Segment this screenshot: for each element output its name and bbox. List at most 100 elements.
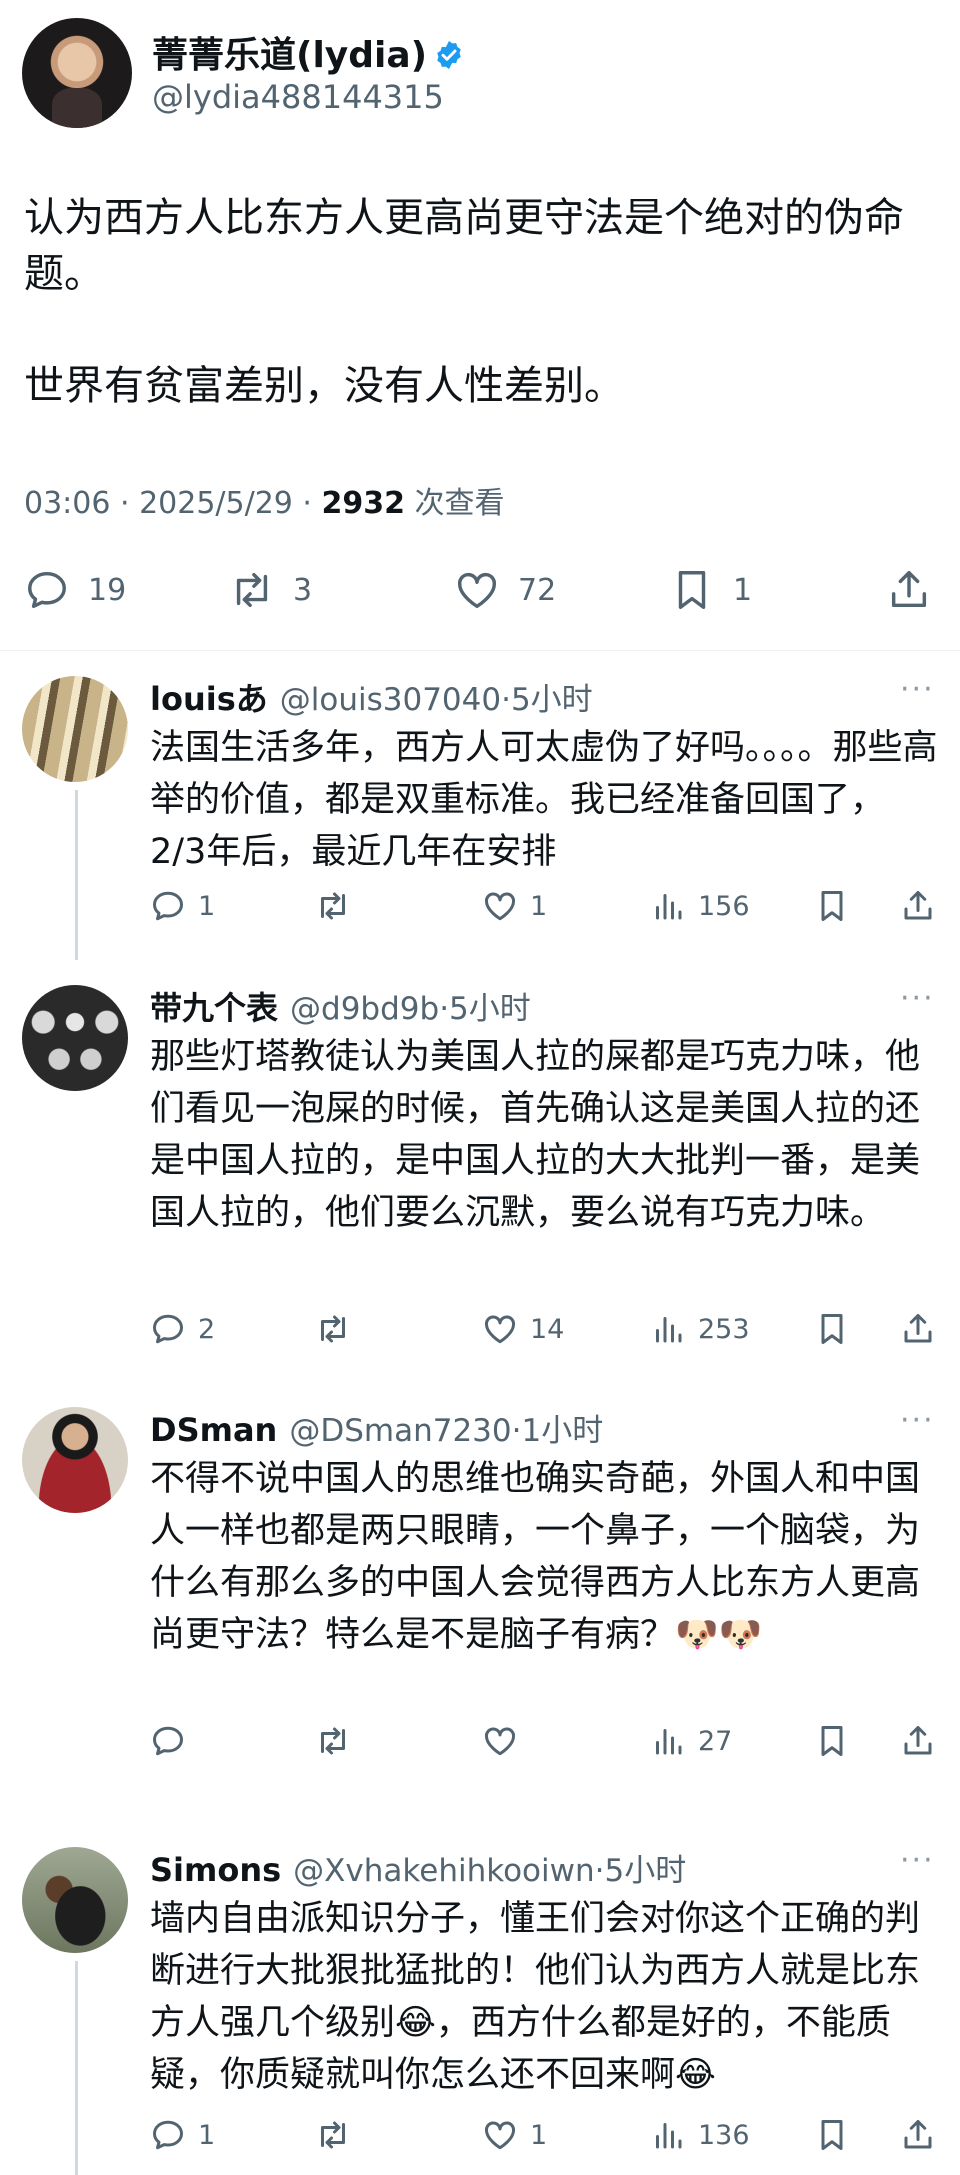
author-name-row[interactable]: 菁菁乐道(lydia)	[152, 26, 465, 78]
bookmark-button[interactable]: 1	[669, 560, 752, 620]
reply-count: 1	[198, 890, 216, 922]
bookmark-button[interactable]	[814, 1717, 850, 1765]
heart-icon	[484, 892, 516, 921]
like-count: 1	[530, 2119, 548, 2151]
reply-action-bar: 1 1 156	[150, 882, 940, 930]
reply-author-name[interactable]: DSman	[150, 1411, 277, 1449]
views-chart-icon	[656, 894, 682, 920]
thread-line	[75, 1961, 78, 2175]
heart-icon	[458, 572, 496, 609]
more-options-button[interactable]: ···	[900, 1843, 935, 1878]
repost-button[interactable]: 3	[229, 560, 312, 620]
views-chart-icon	[656, 2123, 682, 2149]
reply-icon	[28, 571, 66, 609]
reply-avatar[interactable]	[22, 985, 128, 1091]
bookmark-button[interactable]	[814, 882, 850, 930]
like-button[interactable]: 72	[454, 560, 556, 620]
more-options-button[interactable]: ···	[900, 1403, 935, 1438]
reply-text: 那些灯塔教徒认为美国人拉的屎都是巧克力味，他们看见一泡屎的时候，首先确认这是美国…	[150, 1037, 921, 1233]
like-button[interactable]	[482, 1717, 530, 1765]
views-count: 2932	[321, 486, 406, 521]
reply-avatar[interactable]	[22, 676, 128, 782]
post-action-bar: 19 3 72 1	[24, 560, 936, 620]
reply-item[interactable]: 带九个表 @d9bd9b·5小时 ··· 那些灯塔教徒认为美国人拉的屎都是巧克力味…	[0, 975, 960, 1375]
views-button[interactable]: 253	[650, 1305, 750, 1353]
reply-avatar[interactable]	[22, 1407, 128, 1513]
reply-button[interactable]	[150, 1717, 198, 1765]
author-handle[interactable]: @lydia488144315	[152, 78, 444, 116]
like-button[interactable]: 1	[482, 2111, 547, 2159]
reply-icon	[153, 1726, 183, 1756]
reply-icon	[153, 2120, 183, 2150]
bookmark-button[interactable]	[814, 1305, 850, 1353]
reply-action-bar: 27	[150, 1717, 940, 1765]
repost-icon	[321, 1727, 345, 1755]
like-button[interactable]: 1	[482, 882, 547, 930]
views-count: 136	[698, 2119, 750, 2151]
views-button[interactable]: 27	[650, 1717, 732, 1765]
reply-author-handle[interactable]: @louis307040	[280, 682, 501, 718]
views-chart-icon	[656, 1317, 682, 1343]
reply-author-handle[interactable]: @Xvhakehihkooiwn	[293, 1853, 594, 1889]
share-button[interactable]	[900, 882, 936, 930]
repost-icon	[321, 2121, 345, 2149]
divider	[0, 650, 960, 651]
repost-button[interactable]	[315, 1717, 363, 1765]
reply-author-name[interactable]: Simons	[150, 1851, 281, 1889]
views-count: 253	[698, 1313, 750, 1345]
reply-author-handle[interactable]: @d9bd9b	[290, 991, 439, 1027]
repost-button[interactable]	[315, 1305, 363, 1353]
reply-button[interactable]: 19	[24, 560, 126, 620]
bookmark-count: 1	[733, 572, 753, 608]
reply-time[interactable]: ·5小时	[595, 1853, 687, 1889]
like-button[interactable]: 14	[482, 1305, 564, 1353]
repost-count: 3	[293, 572, 313, 608]
repost-button[interactable]	[315, 882, 363, 930]
more-options-button[interactable]: ···	[900, 672, 935, 707]
reply-icon	[153, 891, 183, 921]
share-icon	[904, 891, 932, 920]
reply-count: 1	[198, 2119, 216, 2151]
reply-avatar[interactable]	[22, 1847, 128, 1953]
post-timestamp[interactable]: 03:06 · 2025/5/29 ·	[24, 486, 322, 521]
bookmark-icon	[678, 571, 706, 609]
reply-time[interactable]: ·5小时	[439, 991, 531, 1027]
reply-text: 不得不说中国人的思维也确实奇葩，外国人和中国人一样也都是两只眼睛，一个鼻子，一个…	[150, 1459, 921, 1655]
reply-icon	[153, 1314, 183, 1344]
share-icon	[904, 1314, 932, 1343]
like-count: 14	[530, 1313, 565, 1345]
reply-button[interactable]: 2	[150, 1305, 215, 1353]
reply-time[interactable]: ·1小时	[512, 1413, 604, 1449]
bookmark-icon	[821, 2120, 843, 2150]
views-button[interactable]: 156	[650, 882, 750, 930]
reply-time[interactable]: ·5小时	[501, 682, 593, 718]
bookmark-icon	[821, 891, 843, 921]
repost-button[interactable]	[315, 2111, 363, 2159]
reply-author-name[interactable]: louisあ	[150, 680, 268, 718]
reply-button[interactable]: 1	[150, 2111, 215, 2159]
share-button[interactable]	[900, 1305, 936, 1353]
share-button[interactable]	[900, 2111, 936, 2159]
reply-button[interactable]: 1	[150, 882, 215, 930]
repost-icon	[321, 1315, 345, 1343]
reply-count: 19	[88, 572, 127, 608]
share-button[interactable]	[886, 560, 932, 620]
reply-text: 墙内自由派知识分子，懂王们会对你这个正确的判断进行大批狠批猛批的！他们认为西方人…	[150, 1899, 921, 2095]
share-icon	[891, 571, 927, 608]
heart-icon	[484, 1727, 516, 1756]
post-paragraph: 世界有贫富差别，没有人性差别。	[24, 363, 624, 409]
bookmark-button[interactable]	[814, 2111, 850, 2159]
reply-item[interactable]: Simons @Xvhakehihkooiwn·5小时 ··· 墙内自由派知识分子…	[0, 1835, 960, 2175]
author-name[interactable]: 菁菁乐道(lydia)	[152, 35, 427, 76]
share-button[interactable]	[900, 1717, 936, 1765]
views-label: 次查看	[405, 486, 505, 521]
reply-item[interactable]: louisあ @louis307040·5小时 ··· 法国生活多年，西方人可太虚…	[0, 660, 960, 960]
reply-item[interactable]: DSman @DSman7230·1小时 ··· 不得不说中国人的思维也确实奇葩，…	[0, 1395, 960, 1795]
author-avatar[interactable]	[22, 18, 132, 128]
views-button[interactable]: 136	[650, 2111, 750, 2159]
reply-author-name[interactable]: 带九个表	[150, 989, 278, 1027]
reply-author-handle[interactable]: @DSman7230	[289, 1413, 511, 1449]
repost-icon	[236, 572, 268, 608]
more-options-button[interactable]: ···	[900, 981, 935, 1016]
reply-action-bar: 1 1 136	[150, 2111, 940, 2159]
